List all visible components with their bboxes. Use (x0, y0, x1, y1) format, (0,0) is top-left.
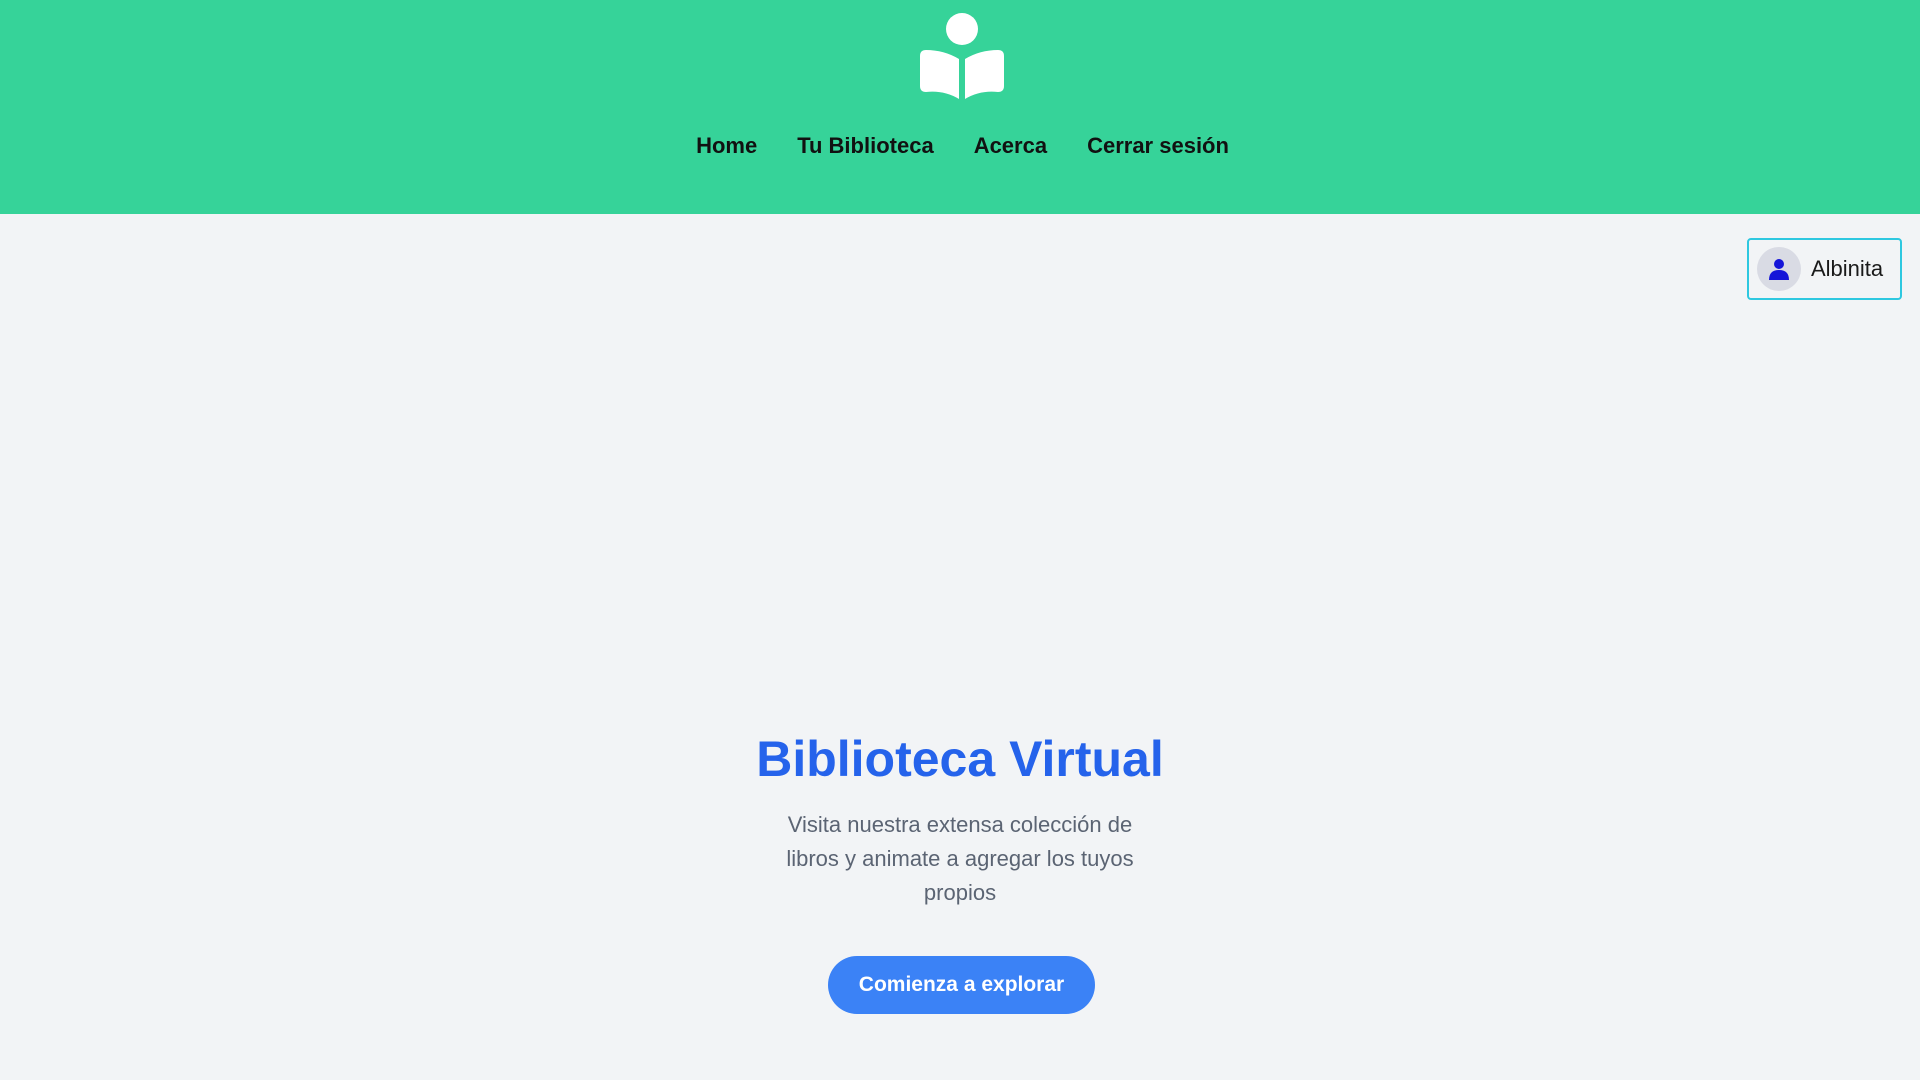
reading-person-book-icon[interactable] (918, 12, 1006, 102)
user-menu-button[interactable]: Albinita (1747, 238, 1902, 300)
hero-description: Visita nuestra extensa colección de libr… (786, 812, 1134, 905)
nav-tu-biblioteca-link[interactable]: Tu Biblioteca (797, 130, 934, 162)
site-header: Home Tu Biblioteca Acerca Cerrar sesión (0, 0, 1920, 214)
user-name: Albinita (1811, 256, 1884, 281)
main-nav: Home Tu Biblioteca Acerca Cerrar sesión (0, 130, 1920, 162)
nav-home-link[interactable]: Home (696, 130, 757, 162)
start-exploring-button[interactable]: Comienza a explorar (828, 956, 1095, 1014)
user-icon (1769, 259, 1789, 280)
avatar (1757, 247, 1801, 291)
hero-title: Biblioteca Virtual (756, 731, 1164, 787)
nav-cerrar-sesion-link[interactable]: Cerrar sesión (1087, 130, 1229, 162)
nav-acerca-link[interactable]: Acerca (974, 130, 1047, 162)
